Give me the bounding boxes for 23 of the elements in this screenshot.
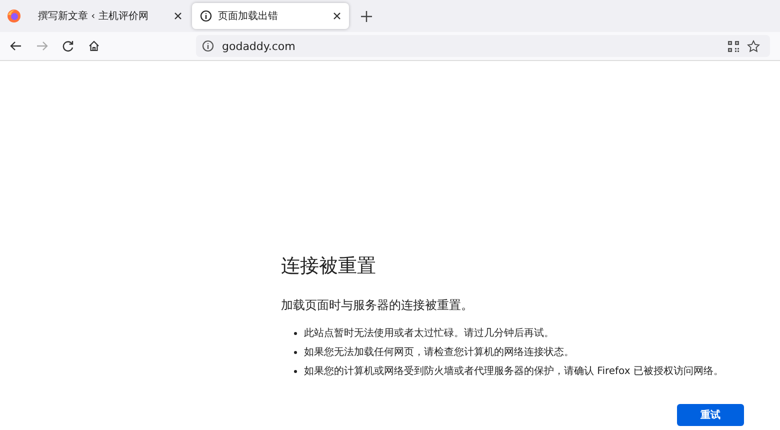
error-summary: 加载页面时与服务器的连接被重置。: [281, 297, 474, 314]
back-icon[interactable]: [10, 40, 22, 52]
error-hint: 此站点暂时无法使用或者太过忙碌。请过几分钟后再试。: [304, 326, 554, 340]
info-icon: [200, 10, 212, 22]
qr-code-icon[interactable]: [728, 40, 739, 52]
close-icon[interactable]: [174, 12, 182, 20]
browser-tab[interactable]: 页面加载出错: [192, 3, 349, 29]
address-bar[interactable]: godaddy.com: [196, 35, 770, 57]
browser-tab[interactable]: 撰写新文章 ‹ 主机评价网: [30, 3, 190, 29]
bullet-icon: [294, 370, 297, 372]
error-hint: 如果您的计算机或网络受到防火墙或者代理服务器的保护，请确认 Firefox 已被授权访问网络。: [304, 364, 724, 378]
close-icon[interactable]: [333, 12, 341, 20]
star-icon[interactable]: [747, 40, 760, 52]
error-title: 连接被重置: [281, 254, 377, 279]
home-icon[interactable]: [88, 40, 100, 52]
retry-button[interactable]: 重试: [677, 404, 744, 426]
bullet-icon: [294, 332, 297, 334]
reload-icon[interactable]: [62, 40, 74, 52]
browser-logo-icon: [7, 9, 21, 23]
error-hint: 如果您无法加载任何网页，请检查您计算机的网络连接状态。: [304, 346, 574, 359]
new-tab-icon[interactable]: [361, 10, 372, 22]
info-icon: [202, 40, 214, 52]
bullet-icon: [294, 350, 297, 354]
